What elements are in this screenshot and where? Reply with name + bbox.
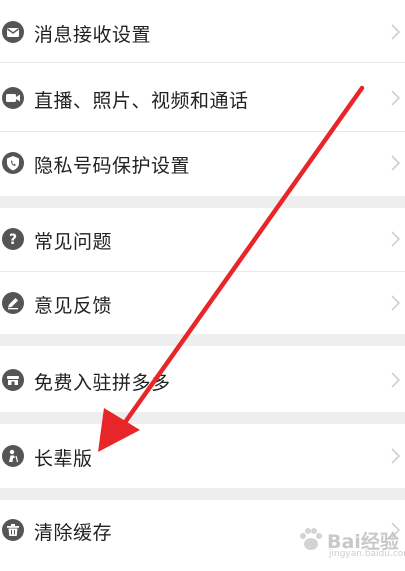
menu-item-label: 直播、照片、视频和通话 xyxy=(34,90,249,112)
store-icon xyxy=(2,369,24,391)
chevron-right-icon xyxy=(391,24,401,40)
menu-item-label: 免费入驻拼多多 xyxy=(34,372,171,394)
menu-item-label: 常见问题 xyxy=(34,231,113,253)
menu-item-label: 清除缓存 xyxy=(34,522,113,544)
question-icon: ? xyxy=(2,228,24,250)
menu-item-label: 消息接收设置 xyxy=(34,24,152,46)
paw-logo-icon xyxy=(300,528,322,550)
chevron-right-icon xyxy=(391,90,401,106)
section-gap xyxy=(0,488,405,500)
menu-item-privacy-number[interactable]: 隐私号码保护设置 xyxy=(0,132,405,196)
menu-item-live-photo-video-call[interactable]: 直播、照片、视频和通话 xyxy=(0,63,405,131)
pen-icon xyxy=(2,292,24,314)
watermark-url: jingyan.baidu.com xyxy=(329,549,405,559)
menu-item-message-settings[interactable]: 消息接收设置 xyxy=(0,0,405,62)
menu-item-feedback[interactable]: 意见反馈 xyxy=(0,272,405,334)
menu-item-label: 意见反馈 xyxy=(34,295,113,317)
section-gap xyxy=(0,412,405,424)
chevron-right-icon xyxy=(391,155,401,171)
menu-item-merchant-join[interactable]: 免费入驻拼多多 xyxy=(0,346,405,412)
chevron-right-icon xyxy=(391,295,401,311)
settings-screen: 消息接收设置 直播、照片、视频和通话 隐私号码保护设置 ? 常见问题 意见反馈 xyxy=(0,0,405,571)
menu-item-elder-mode[interactable]: 长辈版 xyxy=(0,424,405,488)
menu-item-faq[interactable]: ? 常见问题 xyxy=(0,208,405,271)
section-gap xyxy=(0,334,405,346)
chevron-right-icon xyxy=(391,448,401,464)
watermark: Bai经验 jingyan.baidu.com xyxy=(297,521,405,561)
phone-shield-icon xyxy=(2,152,24,174)
chevron-right-icon xyxy=(391,231,401,247)
trash-icon xyxy=(2,519,24,541)
chevron-right-icon xyxy=(391,372,401,388)
section-gap xyxy=(0,196,405,208)
video-camera-icon xyxy=(2,87,24,109)
menu-item-label: 隐私号码保护设置 xyxy=(34,155,191,177)
elder-icon xyxy=(2,445,24,467)
message-icon xyxy=(2,21,24,43)
svg-text:?: ? xyxy=(9,232,17,248)
menu-item-label: 长辈版 xyxy=(34,448,93,470)
